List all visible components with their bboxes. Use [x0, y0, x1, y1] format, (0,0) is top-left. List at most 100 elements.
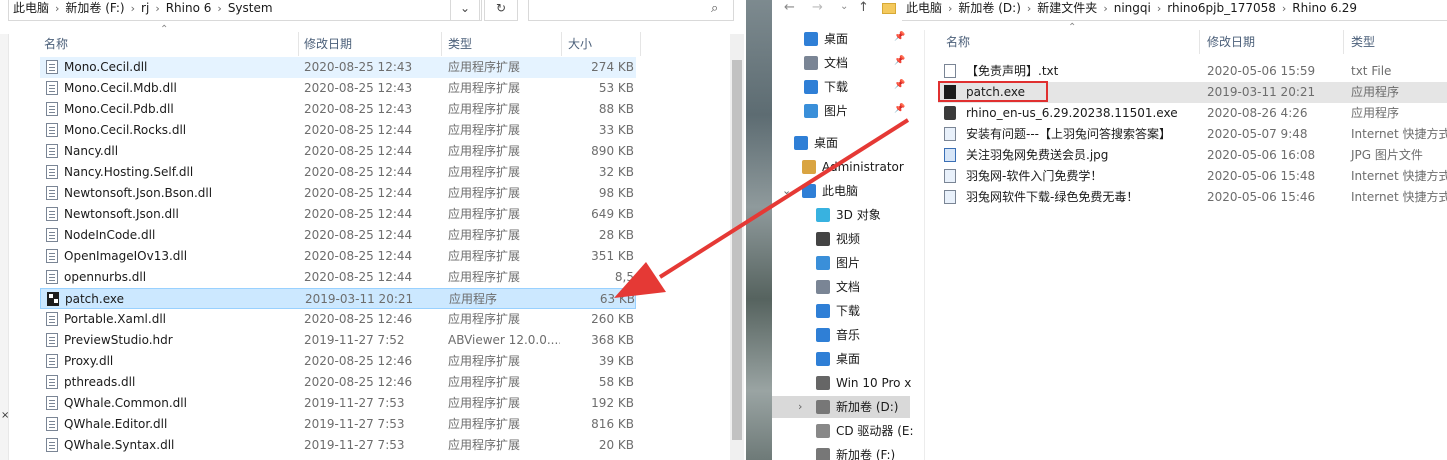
left-dropdown-button[interactable]: ⌄: [450, 0, 480, 21]
file-row[interactable]: OpenImageIOv13.dll 2020-08-25 12:44 应用程序扩展…: [40, 246, 636, 267]
file-row[interactable]: Mono.Cecil.Pdb.dll 2020-08-25 12:43 应用程序扩展…: [40, 99, 636, 120]
pin-icon[interactable]: 📌: [894, 104, 905, 114]
file-row[interactable]: QWhale.Common.dll 2019-11-27 7:53 应用程序扩展 19…: [40, 393, 636, 414]
pin-icon[interactable]: 📌: [894, 56, 905, 66]
breadcrumb-item[interactable]: rhino6pjb_177058: [1163, 0, 1280, 16]
breadcrumb-item[interactable]: 新加卷 (D:): [954, 0, 1024, 16]
file-row[interactable]: Mono.Cecil.Rocks.dll 2020-08-25 12:44 应用程序…: [40, 120, 636, 141]
file-row[interactable]: QWhale.Syntax.dll 2019-11-27 7:53 应用程序扩展 20…: [40, 435, 636, 456]
column-divider[interactable]: [441, 32, 442, 56]
breadcrumb-item[interactable]: 此电脑: [902, 0, 946, 16]
file-row[interactable]: Mono.Cecil.Mdb.dll 2020-08-25 12:43 应用程序扩展…: [40, 78, 636, 99]
nav-item[interactable]: 3D 对象: [772, 204, 910, 226]
nav-item[interactable]: › 新加卷 (D:): [772, 396, 910, 418]
column-divider[interactable]: [640, 32, 641, 56]
left-scrollbar-thumb[interactable]: [732, 60, 742, 440]
this-pc-icon: [802, 184, 816, 198]
file-type: 应用程序扩展: [448, 102, 521, 116]
right-col-name[interactable]: 名称: [946, 32, 970, 52]
videos-icon: [816, 232, 830, 246]
left-col-size[interactable]: 大小: [568, 34, 592, 54]
file-row[interactable]: PreviewStudio.hdr 2019-11-27 7:52 ABViewer…: [40, 330, 636, 351]
breadcrumb-item[interactable]: ningqi: [1110, 0, 1155, 16]
file-size: 351 KB: [591, 249, 634, 263]
file-row[interactable]: 【免责声明】.txt 2020-05-06 15:59 txt File: [938, 61, 1447, 82]
left-search-box[interactable]: ⌕: [528, 0, 734, 21]
drive-icon: [816, 448, 830, 460]
back-arrow-icon[interactable]: ←: [784, 0, 795, 15]
file-row[interactable]: 羽兔网软件下载-绿色免费无毒！ 2020-05-06 15:46 Internet …: [938, 187, 1447, 208]
breadcrumb-item[interactable]: Rhino 6: [162, 0, 216, 16]
up-arrow-icon[interactable]: ↑: [858, 0, 869, 15]
nav-item[interactable]: 音乐: [772, 324, 910, 346]
nav-item[interactable]: 下载: [772, 300, 910, 322]
breadcrumb-item[interactable]: rj: [137, 0, 153, 16]
file-row[interactable]: Proxy.dll 2020-08-25 12:46 应用程序扩展 39 KB: [40, 351, 636, 372]
breadcrumb-item[interactable]: System: [224, 0, 277, 16]
right-col-type[interactable]: 类型: [1351, 32, 1375, 52]
jpg-file-icon: [944, 148, 956, 162]
pin-icon[interactable]: 📌: [894, 32, 905, 42]
file-row[interactable]: rhino_en-us_6.29.20238.11501.exe 2020-08-…: [938, 103, 1447, 124]
file-row[interactable]: Newtonsoft.Json.dll 2020-08-25 12:44 应用程序扩…: [40, 204, 636, 225]
breadcrumb-item[interactable]: Rhino 6.29: [1288, 0, 1361, 16]
file-row[interactable]: Mono.Cecil.dll 2020-08-25 12:43 应用程序扩展 274 …: [40, 57, 636, 78]
left-refresh-button[interactable]: ↻: [484, 0, 518, 21]
forward-arrow-icon[interactable]: →: [812, 0, 823, 15]
left-col-date[interactable]: 修改日期: [304, 34, 352, 54]
column-divider[interactable]: [1199, 30, 1200, 54]
left-col-type[interactable]: 类型: [448, 34, 472, 54]
file-row[interactable]: patch.exe 2019-03-11 20:21 应用程序 63 KB: [40, 288, 636, 309]
nav-item[interactable]: 图片: [772, 252, 910, 274]
column-divider[interactable]: [298, 32, 299, 56]
left-col-name[interactable]: 名称: [44, 34, 68, 54]
file-row[interactable]: QWhale.Editor.dll 2019-11-27 7:53 应用程序扩展 81…: [40, 414, 636, 435]
nav-item[interactable]: 文档 📌: [772, 52, 910, 74]
nav-item[interactable]: CD 驱动器 (E:: [772, 420, 914, 442]
nav-item[interactable]: 新加卷 (F:): [772, 444, 910, 460]
file-size: 8,5: [614, 270, 634, 284]
column-divider[interactable]: [1343, 30, 1344, 54]
nav-item[interactable]: 下载 📌: [772, 76, 910, 98]
file-row[interactable]: opennurbs.dll 2020-08-25 12:44 应用程序扩展 8,5: [40, 267, 636, 288]
file-row[interactable]: 羽兔网-软件入门免费学！ 2020-05-06 15:48 Internet 快捷方…: [938, 166, 1447, 187]
nav-item[interactable]: 桌面: [772, 348, 910, 370]
txt-file-icon: [944, 64, 956, 78]
chevron-right-icon[interactable]: ⌄: [782, 184, 791, 197]
nav-item[interactable]: 桌面: [772, 132, 910, 154]
pin-icon[interactable]: 📌: [894, 80, 905, 90]
nav-item[interactable]: 图片 📌: [772, 100, 910, 122]
nav-item[interactable]: 桌面 📌: [772, 28, 910, 50]
breadcrumb-item[interactable]: 新加卷 (F:): [61, 0, 128, 16]
close-glyph-fragment: ×: [1, 410, 10, 421]
breadcrumb-item[interactable]: 新建文件夹: [1033, 0, 1101, 16]
rhino-installer-icon: [944, 106, 956, 120]
hdr-file-icon: [46, 333, 58, 347]
file-name: Mono.Cecil.dll: [64, 60, 148, 74]
right-col-date[interactable]: 修改日期: [1207, 32, 1255, 52]
file-row[interactable]: Portable.Xaml.dll 2020-08-25 12:46 应用程序扩展 2…: [40, 309, 636, 330]
nav-item[interactable]: ⌄ 此电脑: [772, 180, 910, 202]
column-divider[interactable]: [561, 32, 562, 56]
nav-item-label: 音乐: [836, 328, 861, 342]
file-row[interactable]: NodeInCode.dll 2020-08-25 12:44 应用程序扩展 28 K…: [40, 225, 636, 246]
file-row[interactable]: Nancy.dll 2020-08-25 12:44 应用程序扩展 890 KB: [40, 141, 636, 162]
nav-item[interactable]: Win 10 Pro x: [772, 372, 911, 394]
file-row[interactable]: 关注羽兔网免费送会员.jpg 2020-05-06 16:08 JPG 图片文件: [938, 145, 1447, 166]
file-size: 32 KB: [598, 165, 634, 179]
recent-locations-chevron-icon[interactable]: ⌄: [840, 1, 848, 12]
breadcrumb-item[interactable]: 此电脑: [9, 0, 53, 16]
file-row[interactable]: Nancy.Hosting.Self.dll 2020-08-25 12:44 应用…: [40, 162, 636, 183]
nav-item[interactable]: Administrator: [772, 156, 910, 178]
file-row[interactable]: pthreads.dll 2020-08-25 12:46 应用程序扩展 58 KB: [40, 372, 636, 393]
file-row[interactable]: 安装有问题---【上羽兔问答搜索答案】 2020-05-07 9:48 Intern…: [938, 124, 1447, 145]
nav-item-label: 视频: [836, 232, 861, 246]
nav-item[interactable]: 文档: [772, 276, 910, 298]
nav-item[interactable]: 视频: [772, 228, 910, 250]
nav-item-label: 桌面: [824, 32, 849, 46]
chevron-right-icon: ›: [155, 2, 160, 15]
right-address-bar[interactable]: 此电脑 › 新加卷 (D:) › 新建文件夹 › ningqi › rhino6pjb_1770…: [902, 0, 1447, 21]
left-address-bar[interactable]: 此电脑 › 新加卷 (F:) › rj › Rhino 6 › System: [8, 0, 482, 21]
file-row[interactable]: Newtonsoft.Json.Bson.dll 2020-08-25 12:44…: [40, 183, 636, 204]
chevron-right-icon[interactable]: ›: [798, 400, 802, 413]
